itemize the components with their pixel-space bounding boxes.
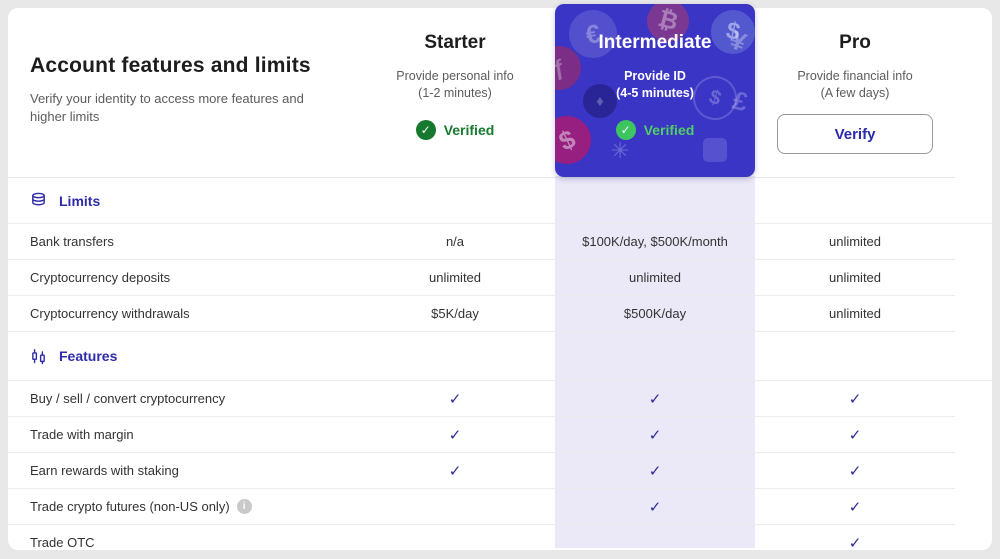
pro-tier-header: Pro Provide financial info (A few days) … (755, 8, 955, 177)
pro-check: ✓ (755, 498, 955, 516)
row-label: Trade OTC (8, 535, 355, 550)
pro-value: unlimited (755, 306, 955, 321)
row-label-text: Trade crypto futures (non-US only) (30, 499, 230, 514)
tier-desc-line: Provide personal info (355, 68, 555, 85)
intermediate-check: ✓ (555, 390, 755, 408)
square-shape-icon (703, 138, 727, 162)
intermediate-check: ✓ (555, 498, 755, 516)
limits-coins-icon (30, 192, 47, 209)
tier-name-starter: Starter (355, 32, 555, 54)
table-row: Earn rewards with staking ✓ ✓ ✓ (8, 453, 955, 489)
features-section-header: Features (8, 332, 992, 381)
starter-value: unlimited (355, 270, 555, 285)
table-row: Buy / sell / convert cryptocurrency ✓ ✓ … (8, 381, 955, 417)
check-circle-icon: ✓ (616, 120, 636, 140)
tier-name-intermediate: Intermediate (555, 32, 755, 54)
verify-button[interactable]: Verify (777, 114, 933, 154)
table-row: Trade OTC ✓ (8, 525, 955, 559)
info-icon[interactable]: i (237, 499, 252, 514)
dollar-crimson-icon: $ (555, 108, 599, 172)
starter-tier-header: Starter Provide personal info (1-2 minut… (355, 8, 555, 177)
check-circle-icon: ✓ (416, 120, 436, 140)
pro-value: unlimited (755, 270, 955, 285)
tier-desc-line: Provide financial info (755, 68, 955, 85)
tier-desc-intermediate: Provide ID (4-5 minutes) (555, 68, 755, 102)
table-header: Account features and limits Verify your … (8, 8, 955, 178)
pro-value: unlimited (755, 234, 955, 249)
intermediate-check: ✓ (555, 462, 755, 480)
intermediate-value: $100K/day, $500K/month (555, 234, 755, 249)
pro-check: ✓ (755, 462, 955, 480)
intermediate-check: ✓ (555, 426, 755, 444)
starter-verified-badge: ✓ Verified (355, 120, 555, 140)
snowflake-icon: ✳ (611, 138, 629, 164)
starter-check: ✓ (355, 390, 555, 408)
intro-block: Account features and limits Verify your … (8, 8, 355, 177)
page-subtitle: Verify your identity to access more feat… (30, 90, 320, 126)
intermediate-verified-badge: ✓ Verified (555, 120, 755, 140)
pro-check: ✓ (755, 534, 955, 552)
limits-section-header: Limits (8, 178, 992, 224)
table-row: Cryptocurrency deposits unlimited unlimi… (8, 260, 955, 296)
tier-desc-pro: Provide financial info (A few days) (755, 68, 955, 102)
row-label: Buy / sell / convert cryptocurrency (8, 391, 355, 406)
row-label: Earn rewards with staking (8, 463, 355, 478)
row-label: Cryptocurrency withdrawals (8, 306, 355, 321)
verified-label: Verified (444, 122, 495, 138)
tier-desc-line: Provide ID (555, 68, 755, 85)
tier-desc-line: (4-5 minutes) (555, 85, 755, 102)
verified-label: Verified (644, 122, 695, 138)
starter-check: ✓ (355, 462, 555, 480)
tier-desc-line: (1-2 minutes) (355, 85, 555, 102)
starter-check: ✓ (355, 426, 555, 444)
row-label: Bank transfers (8, 234, 355, 249)
tier-desc-line: (A few days) (755, 85, 955, 102)
tier-name-pro: Pro (755, 32, 955, 54)
section-title: Features (59, 348, 117, 364)
starter-value: $5K/day (355, 306, 555, 321)
pro-check: ✓ (755, 426, 955, 444)
starter-value: n/a (355, 234, 555, 249)
table-row: Cryptocurrency withdrawals $5K/day $500K… (8, 296, 955, 332)
row-label: Cryptocurrency deposits (8, 270, 355, 285)
page-title: Account features and limits (30, 54, 325, 78)
row-label: Trade crypto futures (non-US only) i (8, 499, 355, 514)
pro-check: ✓ (755, 390, 955, 408)
tier-desc-starter: Provide personal info (1-2 minutes) (355, 68, 555, 102)
intermediate-tier-card: €₿$ƒ♦$$✳¥£ Intermediate Provide ID (4-5 … (555, 4, 755, 177)
table-row: Bank transfers n/a $100K/day, $500K/mont… (8, 224, 955, 260)
intermediate-value: unlimited (555, 270, 755, 285)
table-row: Trade with margin ✓ ✓ ✓ (8, 417, 955, 453)
table-row: Trade crypto futures (non-US only) i ✓ ✓ (8, 489, 955, 525)
section-title: Limits (59, 193, 100, 209)
row-label: Trade with margin (8, 427, 355, 442)
intermediate-value: $500K/day (555, 306, 755, 321)
account-features-card: €₿$ƒ♦$$✳¥£ Intermediate Provide ID (4-5 … (8, 8, 992, 550)
features-candlestick-icon (30, 348, 47, 365)
